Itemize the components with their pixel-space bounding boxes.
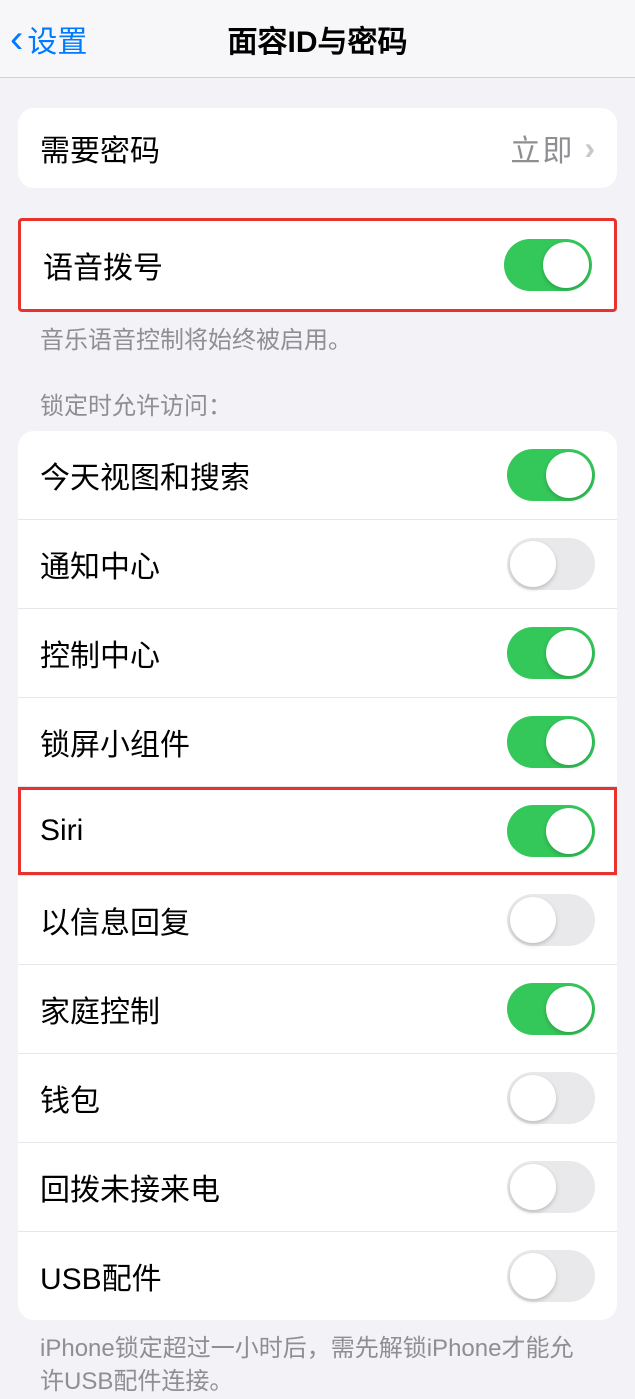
- row-label: 锁屏小组件: [40, 720, 190, 764]
- toggle[interactable]: [507, 894, 595, 946]
- row-label: 钱包: [40, 1076, 100, 1120]
- toggle[interactable]: [507, 449, 595, 501]
- row-label: Siri: [40, 814, 83, 848]
- row-label: 以信息回复: [40, 898, 190, 942]
- group-lockscreen-access: 今天视图和搜索通知中心控制中心锁屏小组件 Siri 以信息回复家庭控制钱包回拨未接来…: [18, 431, 617, 1320]
- row-label: 今天视图和搜索: [40, 453, 250, 497]
- row-label: 需要密码: [40, 126, 160, 170]
- row-label: 控制中心: [40, 631, 160, 675]
- row-lockscreen-item[interactable]: Siri: [18, 786, 617, 875]
- navbar: ‹ 设置 面容ID与密码: [0, 0, 635, 78]
- toggle[interactable]: [507, 538, 595, 590]
- row-label: 语音拨号: [43, 243, 163, 287]
- back-label: 设置: [27, 17, 87, 61]
- toggle[interactable]: [507, 716, 595, 768]
- row-lockscreen-item[interactable]: 今天视图和搜索: [18, 431, 617, 519]
- toggle[interactable]: [507, 1072, 595, 1124]
- toggle[interactable]: [507, 1250, 595, 1302]
- voice-dial-footer: 音乐语音控制将始终被启用。: [18, 312, 617, 358]
- toggle[interactable]: [507, 805, 595, 857]
- toggle-voice-dial[interactable]: [504, 239, 592, 291]
- row-label: 家庭控制: [40, 987, 160, 1031]
- row-voice-dial[interactable]: 语音拨号: [21, 221, 614, 309]
- lockscreen-header: 锁定时允许访问：: [18, 358, 617, 431]
- row-value: 立即: [510, 126, 574, 170]
- chevron-left-icon: ‹: [10, 23, 23, 55]
- group-require-passcode: 需要密码 立即 ›: [18, 108, 617, 188]
- back-button[interactable]: ‹ 设置: [10, 17, 87, 61]
- row-label: USB配件: [40, 1254, 162, 1298]
- row-lockscreen-item[interactable]: 钱包: [18, 1053, 617, 1142]
- chevron-right-icon: ›: [584, 130, 595, 167]
- row-require-passcode[interactable]: 需要密码 立即 ›: [18, 108, 617, 188]
- row-lockscreen-item[interactable]: 家庭控制: [18, 964, 617, 1053]
- row-lockscreen-item[interactable]: 通知中心: [18, 519, 617, 608]
- page-title: 面容ID与密码: [228, 17, 408, 61]
- toggle[interactable]: [507, 983, 595, 1035]
- group-voice-dial: 语音拨号: [18, 218, 617, 312]
- toggle[interactable]: [507, 1161, 595, 1213]
- row-lockscreen-item[interactable]: 以信息回复: [18, 875, 617, 964]
- lockscreen-footer: iPhone锁定超过一小时后，需先解锁iPhone才能允许USB配件连接。: [18, 1320, 617, 1399]
- row-lockscreen-item[interactable]: 回拨未接来电: [18, 1142, 617, 1231]
- row-lockscreen-item[interactable]: USB配件: [18, 1231, 617, 1320]
- toggle[interactable]: [507, 627, 595, 679]
- row-label: 回拨未接来电: [40, 1165, 220, 1209]
- row-label: 通知中心: [40, 542, 160, 586]
- row-lockscreen-item[interactable]: 控制中心: [18, 608, 617, 697]
- row-lockscreen-item[interactable]: 锁屏小组件: [18, 697, 617, 786]
